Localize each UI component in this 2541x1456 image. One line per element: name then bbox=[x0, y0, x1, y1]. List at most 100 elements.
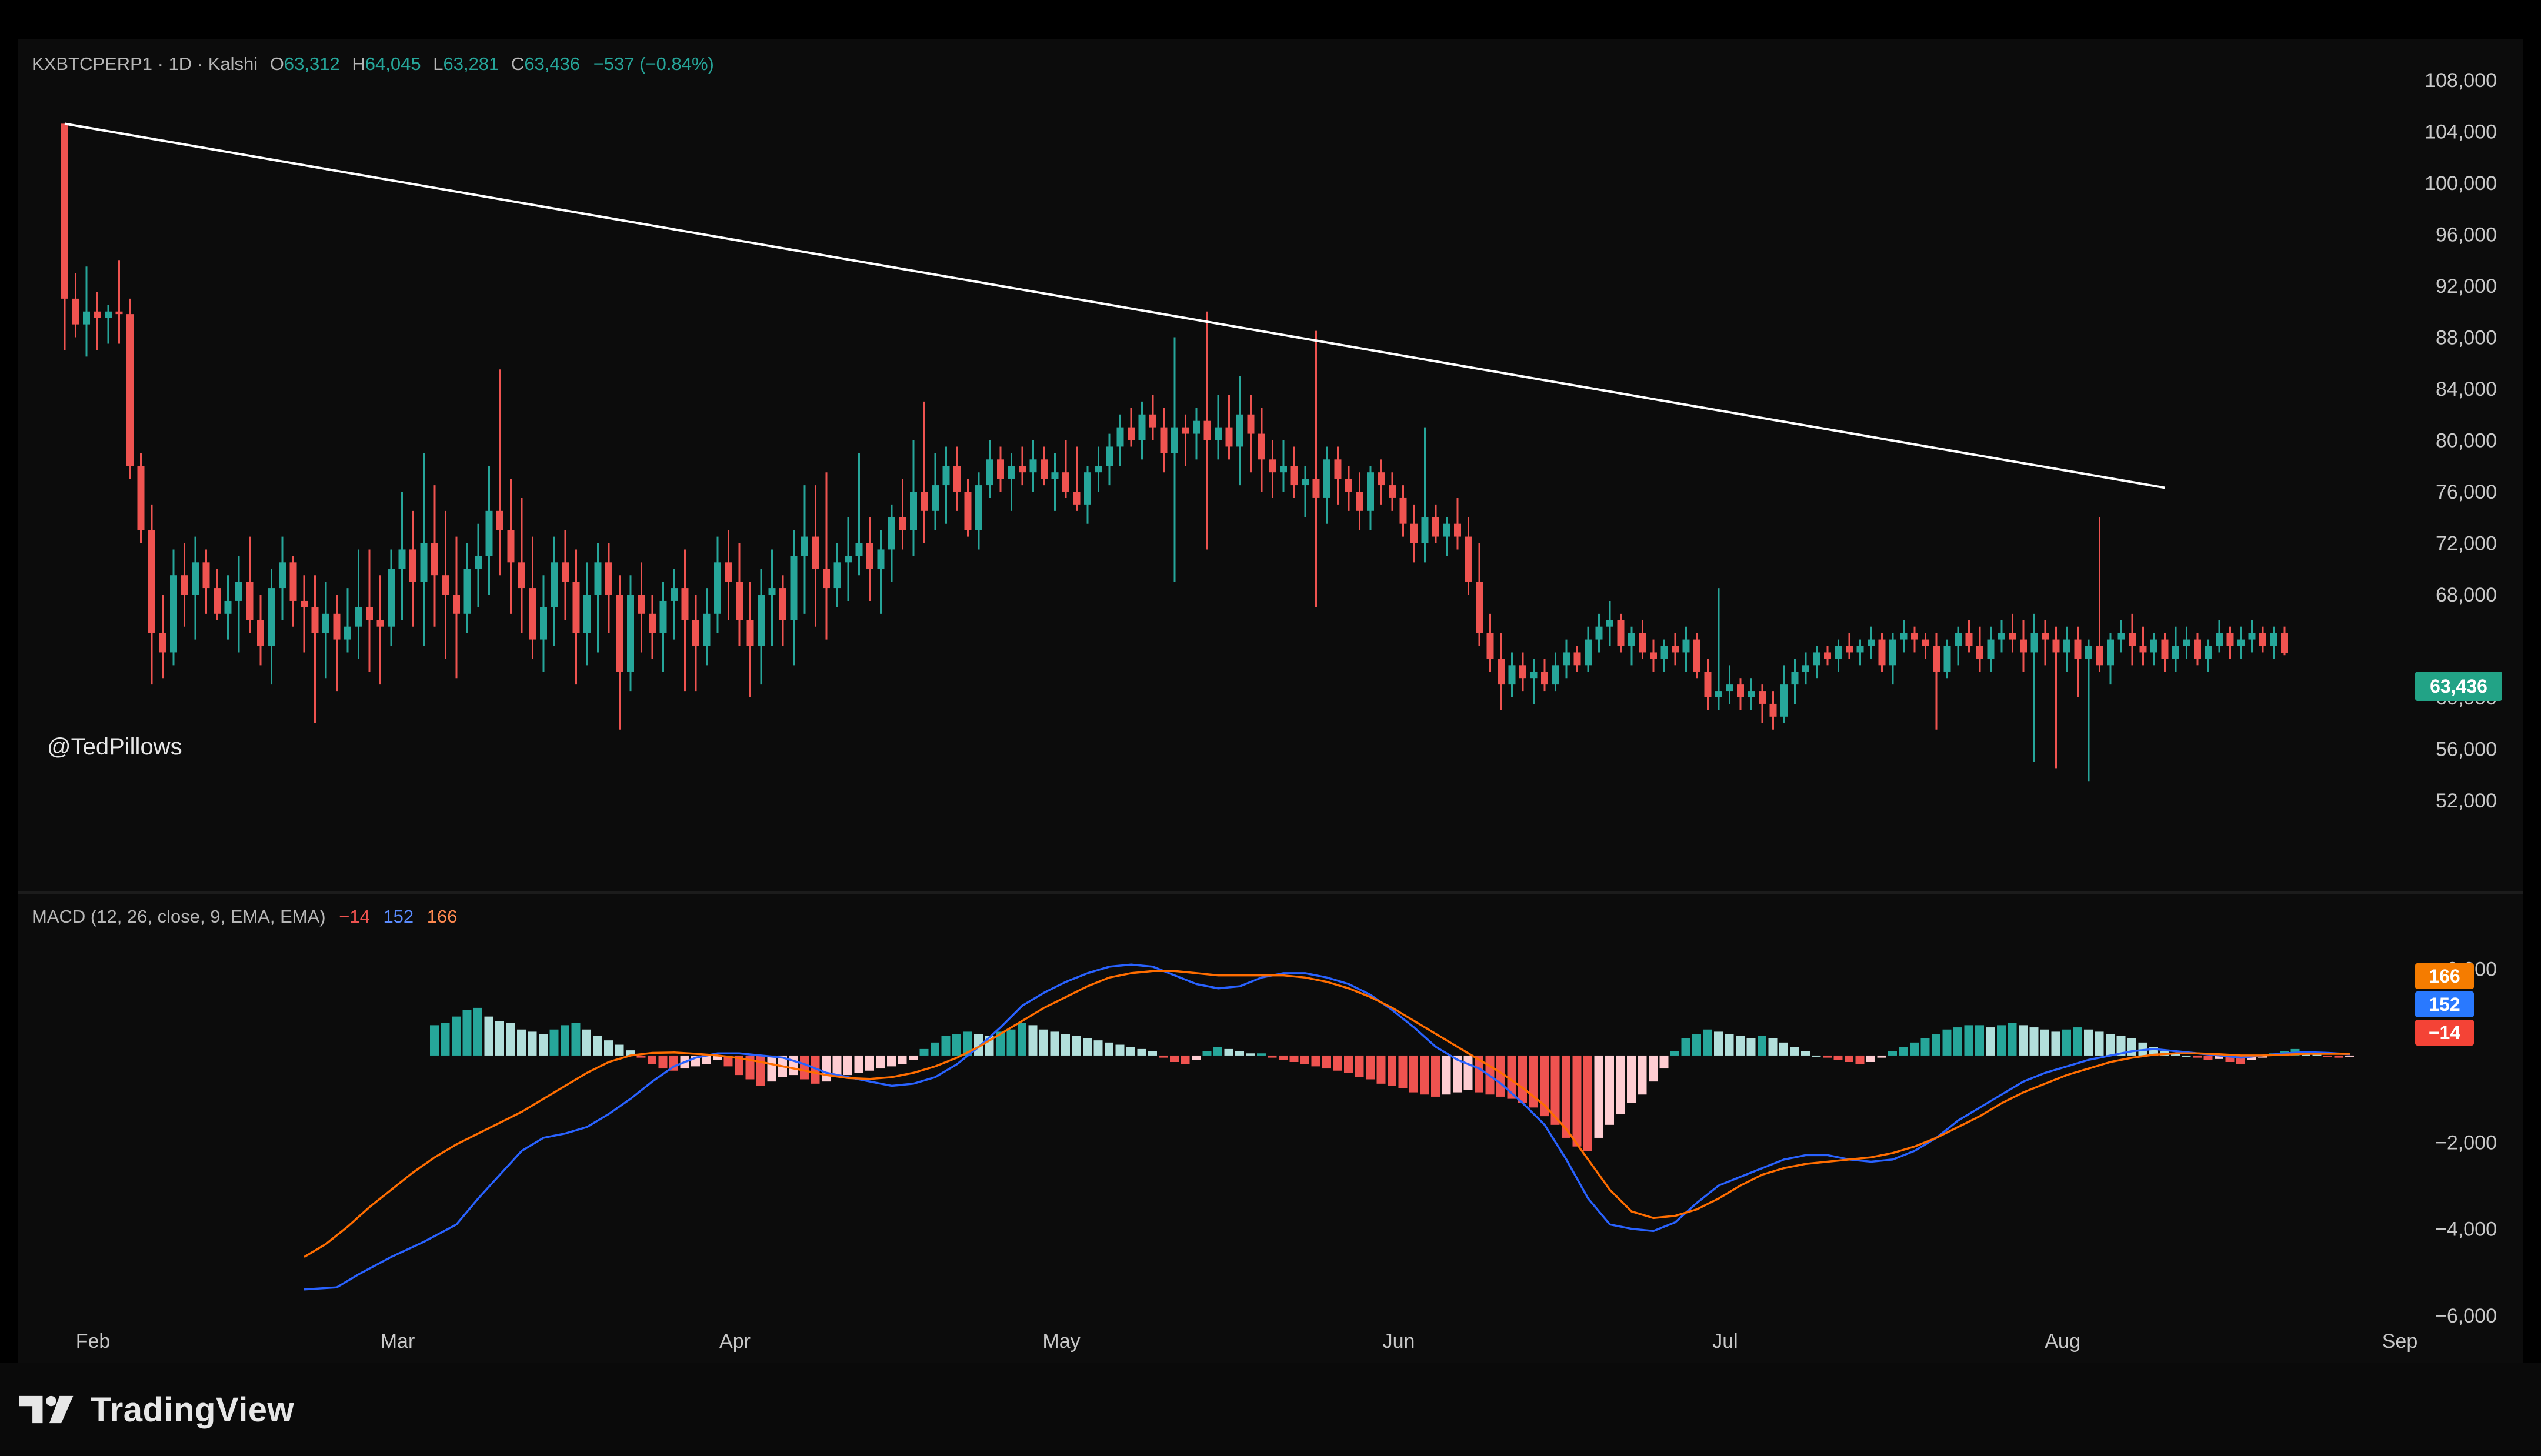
legend-symbol: KXBTCPERP1 · 1D · Kalshi bbox=[32, 54, 258, 74]
candle-body bbox=[1519, 665, 1526, 679]
tradingview-logo-icon bbox=[19, 1395, 74, 1424]
candle-body bbox=[540, 607, 547, 640]
candle-body bbox=[1552, 665, 1559, 685]
candle-body bbox=[1041, 459, 1048, 479]
candle-body bbox=[496, 510, 503, 530]
candle-body bbox=[1672, 646, 1679, 653]
chart-frame[interactable]: 108,000 104,000 100,000 96,000 92,000 88,000 8… bbox=[18, 39, 2523, 1363]
candle-body bbox=[2270, 633, 2277, 646]
candle-body bbox=[431, 543, 438, 576]
candle-body bbox=[2281, 633, 2288, 653]
histogram-bar bbox=[1409, 1055, 1418, 1093]
candle-body bbox=[725, 562, 732, 582]
histogram-bar bbox=[1932, 1034, 1940, 1056]
histogram-bar bbox=[2106, 1034, 2115, 1056]
histogram-bar bbox=[1518, 1055, 1527, 1103]
histogram-bar bbox=[1594, 1055, 1603, 1138]
candle-body bbox=[1617, 620, 1625, 646]
candle-body bbox=[671, 588, 678, 601]
candle-body bbox=[1922, 639, 1929, 646]
legend-low-label: L bbox=[433, 54, 443, 74]
legend-change: −537 (−0.84%) bbox=[593, 54, 714, 74]
histogram-bar bbox=[1050, 1031, 1059, 1056]
candle-body bbox=[1911, 633, 1918, 640]
candle-body bbox=[376, 620, 384, 627]
candle-body bbox=[1933, 646, 1940, 672]
candle-body bbox=[137, 466, 145, 530]
histogram-bar bbox=[1398, 1055, 1408, 1088]
candle-body bbox=[1943, 646, 1951, 672]
histogram-bar bbox=[756, 1055, 765, 1086]
candle-body bbox=[105, 311, 112, 318]
macd-histogram bbox=[430, 1007, 2354, 1151]
candle-body bbox=[2107, 639, 2114, 666]
price-tick-label: 80,000 bbox=[2436, 430, 2497, 452]
candle-body bbox=[1878, 639, 1886, 666]
histogram-bar bbox=[1964, 1025, 1973, 1056]
candle-body bbox=[1389, 485, 1396, 498]
candle-body bbox=[899, 517, 906, 530]
candle-body bbox=[583, 595, 591, 633]
candle-body bbox=[1225, 427, 1233, 447]
candle-body bbox=[2030, 633, 2038, 653]
price-tick-label: 104,000 bbox=[2425, 121, 2497, 143]
candle-body bbox=[2172, 646, 2179, 659]
candle-body bbox=[61, 123, 68, 299]
histogram-bar bbox=[1572, 1055, 1582, 1147]
histogram-bar bbox=[1268, 1055, 1277, 1058]
candle-body bbox=[703, 613, 711, 646]
resistance-trendline[interactable] bbox=[64, 122, 2165, 489]
candle-body bbox=[1693, 639, 1700, 672]
candle-body bbox=[83, 311, 90, 325]
candle-body bbox=[1203, 420, 1211, 440]
candle-body bbox=[72, 298, 79, 325]
candle-body bbox=[355, 607, 362, 627]
candle-body bbox=[681, 588, 689, 620]
histogram-bar bbox=[843, 1055, 852, 1076]
candle-body bbox=[1813, 652, 1820, 666]
candle-body bbox=[518, 562, 525, 589]
histogram-bar bbox=[1311, 1055, 1320, 1067]
candle-body bbox=[1900, 633, 1908, 640]
candle-body bbox=[1955, 633, 1962, 646]
macd-pane bbox=[304, 963, 2354, 1291]
time-axis[interactable]: Feb Mar Apr May Jun Jul Aug Sep bbox=[76, 1330, 2418, 1353]
candle-body bbox=[2150, 639, 2157, 653]
histogram-bar bbox=[2203, 1055, 2213, 1060]
candle-body bbox=[1824, 652, 1831, 659]
candle-body bbox=[1302, 479, 1309, 486]
histogram-bar bbox=[1126, 1047, 1135, 1056]
month-tick-label: Apr bbox=[719, 1330, 751, 1353]
histogram-bar bbox=[648, 1055, 656, 1064]
candle-body bbox=[1682, 639, 1690, 653]
histogram-bar bbox=[887, 1055, 896, 1067]
histogram-bar bbox=[1463, 1055, 1473, 1090]
candle-body bbox=[1965, 633, 1973, 646]
candle-body bbox=[214, 588, 221, 614]
candle-body bbox=[1432, 517, 1439, 537]
candle-body bbox=[823, 569, 830, 589]
candle-body bbox=[2096, 646, 2103, 666]
histogram-bar bbox=[1833, 1055, 1843, 1060]
candle-body bbox=[997, 459, 1004, 479]
histogram-bar bbox=[854, 1055, 863, 1073]
macd-line bbox=[304, 963, 2350, 1291]
candle-body bbox=[812, 536, 819, 569]
histogram-bar bbox=[2323, 1055, 2332, 1057]
candle-body bbox=[2020, 639, 2027, 653]
candle-body bbox=[616, 595, 623, 672]
candle-body bbox=[964, 492, 972, 530]
chart-canvas[interactable]: 108,000 104,000 100,000 96,000 92,000 88,000 8… bbox=[18, 39, 2523, 1363]
candle-body bbox=[246, 582, 254, 620]
candle-body bbox=[475, 556, 482, 569]
candle-body bbox=[1399, 497, 1407, 524]
svg-text:166: 166 bbox=[2429, 966, 2460, 987]
histogram-bar bbox=[1344, 1055, 1353, 1073]
candle-body bbox=[1410, 523, 1418, 543]
candle-body bbox=[453, 595, 460, 614]
candle-body bbox=[2194, 639, 2201, 659]
candle-body bbox=[1345, 479, 1352, 492]
tradingview-logo[interactable]: TradingView bbox=[19, 1389, 294, 1430]
histogram-bar bbox=[1039, 1029, 1048, 1056]
macd-legend-name: MACD (12, 26, close, 9, EMA, EMA) bbox=[32, 906, 326, 927]
